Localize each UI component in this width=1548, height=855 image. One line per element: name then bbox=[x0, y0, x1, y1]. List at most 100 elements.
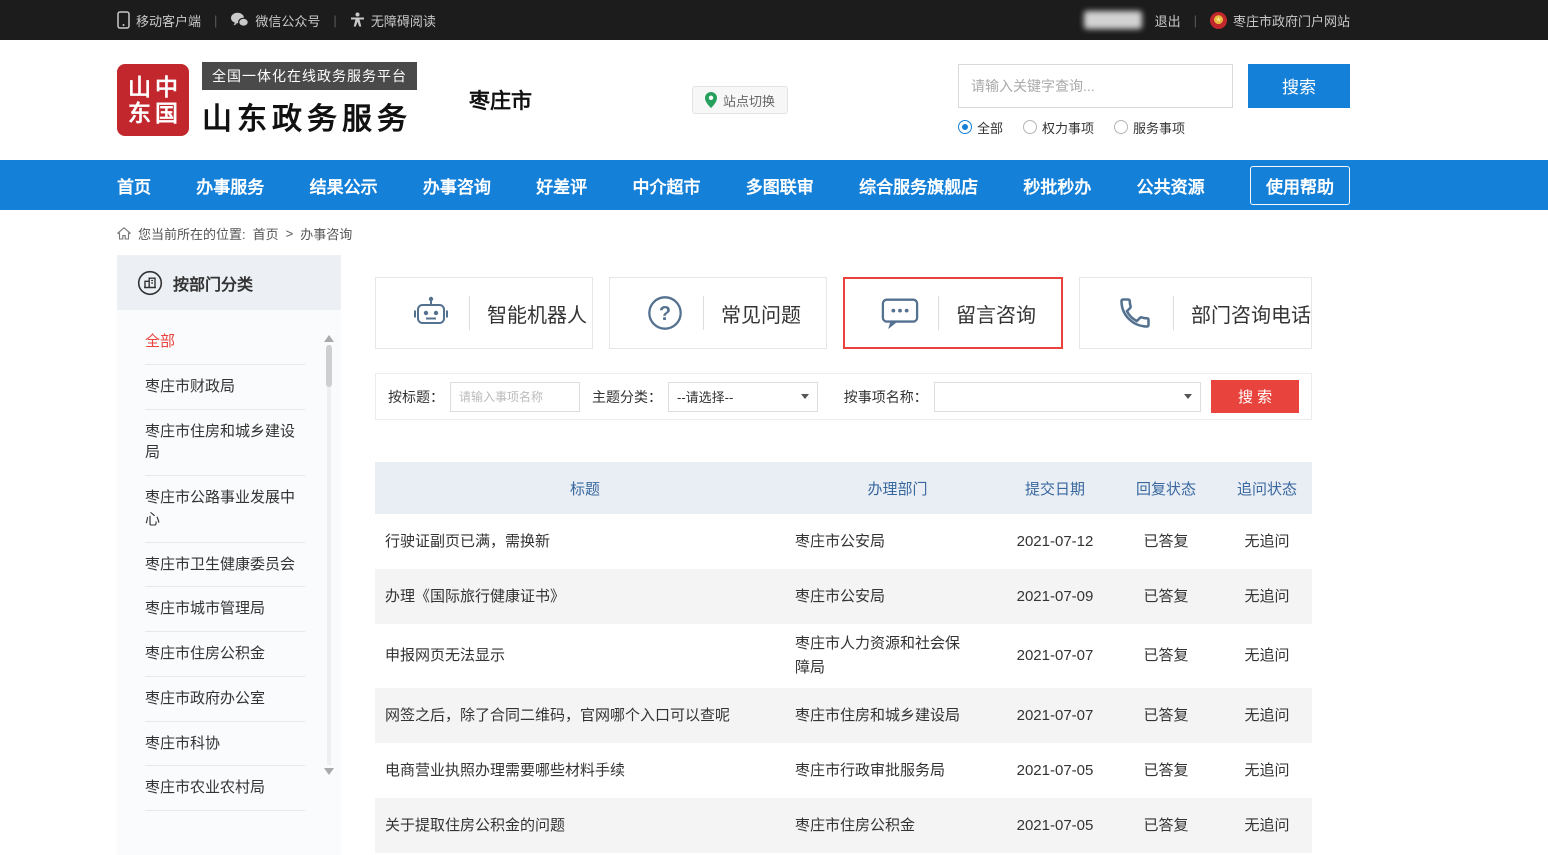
scroll-down-icon[interactable] bbox=[324, 768, 334, 775]
cell-title[interactable]: 申报网页无法显示 bbox=[375, 636, 795, 676]
mobile-client-link[interactable]: 移动客户端 bbox=[117, 11, 201, 30]
scroll-up-icon[interactable] bbox=[324, 335, 334, 342]
cell-followup-status: 无追问 bbox=[1222, 751, 1312, 791]
seal-char: 国 bbox=[155, 100, 178, 126]
tab-message-inquiry[interactable]: 留言咨询 bbox=[843, 277, 1063, 349]
sidebar-item[interactable]: 枣庄市科协 bbox=[145, 722, 305, 767]
nav-item[interactable]: 首页 bbox=[117, 173, 151, 198]
nav-item[interactable]: 好差评 bbox=[536, 173, 587, 198]
cell-department: 枣庄市住房和城乡建设局 bbox=[795, 696, 1000, 736]
tab-divider bbox=[1173, 296, 1174, 330]
cell-title[interactable]: 网签之后，除了合同二维码，官网哪个入口可以查呢 bbox=[375, 696, 795, 736]
phone-icon bbox=[1114, 293, 1156, 333]
scrollbar-track[interactable] bbox=[327, 345, 331, 765]
main-panel: 智能机器人 ? 常见问题 留言咨询 部门咨 bbox=[375, 255, 1312, 855]
tab-smart-robot[interactable]: 智能机器人 bbox=[375, 277, 593, 349]
nav-item[interactable]: 公共资源 bbox=[1137, 173, 1205, 198]
breadcrumb-separator: > bbox=[286, 226, 294, 241]
sidebar-item[interactable]: 枣庄市财政局 bbox=[145, 365, 305, 410]
nav-item[interactable]: 中介超市 bbox=[632, 173, 700, 198]
sidebar-header: 按部门分类 bbox=[117, 255, 341, 310]
cell-title[interactable]: 行驶证副页已满，需换新 bbox=[375, 522, 795, 562]
table-row[interactable]: 电商营业执照办理需要哪些材料手续 枣庄市行政审批服务局 2021-07-05 已… bbox=[375, 743, 1312, 798]
nav-item[interactable]: 使用帮助 bbox=[1250, 166, 1350, 205]
sidebar-item[interactable]: 枣庄市住房和城乡建设局 bbox=[145, 410, 305, 477]
sidebar-item[interactable]: 枣庄市公路事业发展中心 bbox=[145, 476, 305, 543]
sidebar-item[interactable]: 枣庄市城市管理局 bbox=[145, 587, 305, 632]
radio-label: 权力事项 bbox=[1042, 118, 1094, 137]
tab-faq[interactable]: ? 常见问题 bbox=[609, 277, 827, 349]
table-row[interactable]: 办理《国际旅行健康证书》 枣庄市公安局 2021-07-09 已答复 无追问 bbox=[375, 569, 1312, 624]
filter-bar: 按标题： 主题分类： --请选择-- 按事项名称： 搜 索 bbox=[375, 373, 1312, 420]
radio-dot-icon[interactable] bbox=[958, 120, 972, 134]
header-search-button[interactable]: 搜索 bbox=[1248, 64, 1350, 108]
item-name-filter-label: 按事项名称： bbox=[844, 387, 928, 407]
sidebar-item[interactable]: 枣庄市卫生健康委员会 bbox=[145, 543, 305, 588]
category-filter-label: 主题分类： bbox=[592, 387, 662, 407]
topbar-separator: | bbox=[1194, 13, 1197, 28]
title-filter-input[interactable] bbox=[450, 382, 580, 412]
brand-block: 中 国 山 东 全国一体化在线政务服务平台 山东政务服务 bbox=[117, 62, 417, 138]
site-switch-button[interactable]: 站点切换 bbox=[692, 86, 788, 114]
table-row[interactable]: 关于提取住房公积金的问题 枣庄市住房公积金 2021-07-05 已答复 无追问 bbox=[375, 798, 1312, 853]
item-name-select[interactable] bbox=[934, 382, 1201, 412]
accessibility-link[interactable]: 无障碍阅读 bbox=[350, 11, 436, 30]
table-body: 行驶证副页已满，需换新 枣庄市公安局 2021-07-12 已答复 无追问 办理… bbox=[375, 514, 1312, 853]
table-header-cell: 办理部门 bbox=[795, 478, 1000, 499]
cell-reply-status: 已答复 bbox=[1110, 636, 1222, 676]
cell-title[interactable]: 办理《国际旅行健康证书》 bbox=[375, 577, 795, 617]
radio-dot-icon[interactable] bbox=[1023, 120, 1037, 134]
cell-reply-status: 已答复 bbox=[1110, 806, 1222, 846]
cell-department: 枣庄市住房公积金 bbox=[795, 806, 1000, 846]
tab-label: 智能机器人 bbox=[487, 299, 587, 328]
wechat-link[interactable]: 微信公众号 bbox=[230, 11, 320, 30]
message-icon bbox=[879, 293, 921, 333]
logout-link[interactable]: 退出 bbox=[1155, 11, 1181, 30]
radio-dot-icon[interactable] bbox=[1114, 120, 1128, 134]
nav-item[interactable]: 办事咨询 bbox=[423, 173, 491, 198]
nav-item[interactable]: 多图联审 bbox=[746, 173, 814, 198]
radio-option[interactable]: 服务事项 bbox=[1114, 118, 1185, 137]
cell-followup-status: 无追问 bbox=[1222, 806, 1312, 846]
breadcrumb-prefix: 您当前所在的位置: bbox=[138, 224, 246, 243]
scrollbar-thumb[interactable] bbox=[326, 345, 332, 387]
sidebar-item[interactable]: 枣庄市住房公积金 bbox=[145, 632, 305, 677]
cell-title[interactable]: 电商营业执照办理需要哪些材料手续 bbox=[375, 751, 795, 791]
breadcrumb: 您当前所在的位置: 首页 > 办事咨询 bbox=[117, 223, 1350, 243]
portal-link[interactable]: ★ 枣庄市政府门户网站 bbox=[1210, 11, 1350, 30]
cell-department: 枣庄市公安局 bbox=[795, 577, 1000, 617]
table-row[interactable]: 申报网页无法显示 枣庄市人力资源和社会保障局 2021-07-07 已答复 无追… bbox=[375, 624, 1312, 688]
sidebar-item[interactable]: 全部 bbox=[145, 320, 305, 365]
keyword-search-input[interactable] bbox=[958, 64, 1233, 108]
svg-text:?: ? bbox=[659, 303, 671, 325]
content-area: 按部门分类 全部 枣庄市财政局 枣庄市住房和城乡建设局 枣庄市公路事业发展中心 … bbox=[117, 255, 1312, 855]
nav-item[interactable]: 办事服务 bbox=[196, 173, 264, 198]
table-row[interactable]: 网签之后，除了合同二维码，官网哪个入口可以查呢 枣庄市住房和城乡建设局 2021… bbox=[375, 688, 1312, 743]
cell-submit-date: 2021-07-05 bbox=[1000, 806, 1110, 846]
cell-department: 枣庄市人力资源和社会保障局 bbox=[795, 624, 1000, 688]
breadcrumb-home-link[interactable]: 首页 bbox=[253, 224, 279, 243]
cell-department: 枣庄市公安局 bbox=[795, 522, 1000, 562]
topbar-left-links: 移动客户端 | 微信公众号 | 无障碍阅读 bbox=[117, 11, 436, 30]
site-header: 中 国 山 东 全国一体化在线政务服务平台 山东政务服务 枣庄市 站点切换 搜索 bbox=[0, 40, 1548, 160]
sidebar-item[interactable]: 枣庄市农业农村局 bbox=[145, 766, 305, 811]
radio-option[interactable]: 全部 bbox=[958, 118, 1003, 137]
table-row[interactable]: 行驶证副页已满，需换新 枣庄市公安局 2021-07-12 已答复 无追问 bbox=[375, 514, 1312, 569]
nav-item[interactable]: 秒批秒办 bbox=[1023, 173, 1091, 198]
main-nav: 首页 办事服务 结果公示 办事咨询 好差评 中介超市 多图联审 综合服务旗舰店 … bbox=[0, 160, 1548, 210]
category-select[interactable]: --请选择-- bbox=[668, 382, 818, 412]
tab-department-phone[interactable]: 部门咨询电话 bbox=[1079, 277, 1312, 349]
cell-submit-date: 2021-07-07 bbox=[1000, 636, 1110, 676]
nav-item[interactable]: 结果公示 bbox=[310, 173, 378, 198]
nav-item[interactable]: 综合服务旗舰店 bbox=[859, 173, 978, 198]
table-header-cell: 回复状态 bbox=[1110, 478, 1222, 499]
filter-search-button[interactable]: 搜 索 bbox=[1211, 380, 1299, 413]
table-header-cell: 追问状态 bbox=[1222, 478, 1312, 499]
sidebar-item[interactable]: 枣庄市政府办公室 bbox=[145, 677, 305, 722]
question-icon: ? bbox=[644, 293, 686, 333]
title-filter-label: 按标题： bbox=[388, 387, 444, 407]
radio-option[interactable]: 权力事项 bbox=[1023, 118, 1094, 137]
cell-title[interactable]: 关于提取住房公积金的问题 bbox=[375, 806, 795, 846]
robot-icon bbox=[410, 293, 452, 333]
radio-label: 全部 bbox=[977, 118, 1003, 137]
